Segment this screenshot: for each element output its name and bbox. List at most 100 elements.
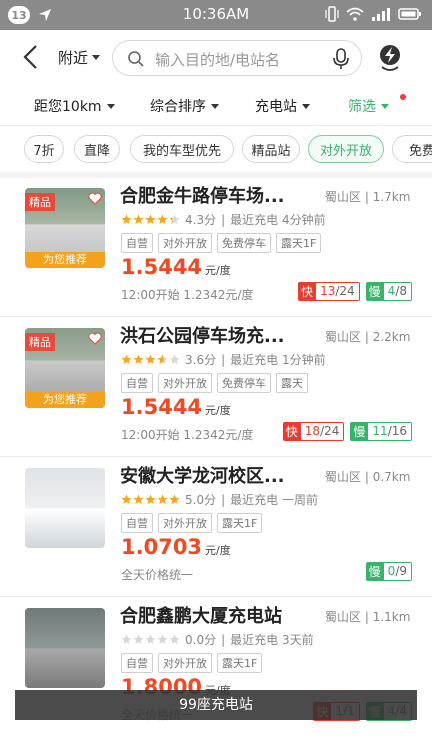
price-value: 1.0703 bbox=[121, 535, 203, 559]
station-label: 免费停车 bbox=[217, 233, 271, 253]
station-name: 合肥金牛路停车场... bbox=[120, 186, 285, 207]
filter-screen-label: 筛选 bbox=[348, 99, 376, 115]
star-icon bbox=[145, 354, 156, 364]
rating-stars bbox=[121, 494, 180, 505]
search-icon bbox=[128, 51, 144, 67]
station-label: 露天1F bbox=[217, 653, 263, 673]
district: 蜀山区 bbox=[325, 190, 362, 204]
star-icon bbox=[121, 634, 132, 644]
back-button[interactable] bbox=[20, 42, 44, 72]
station-label: 对外开放 bbox=[158, 233, 212, 253]
station-photo bbox=[25, 608, 105, 688]
star-icon bbox=[145, 494, 156, 504]
recommend-banner: 为您推荐 bbox=[25, 392, 105, 408]
tag-open-public[interactable]: 对外开放 bbox=[308, 135, 384, 163]
rating-score: 4.3分 bbox=[185, 213, 217, 227]
star-icon bbox=[169, 354, 180, 364]
station-label: 露天1F bbox=[276, 233, 322, 253]
top-bar: 附近 输入目的地/电站名 bbox=[0, 30, 432, 84]
search-placeholder: 输入目的地/电站名 bbox=[155, 51, 281, 69]
list-separator bbox=[0, 456, 432, 457]
station-label: 露天 bbox=[276, 373, 308, 393]
caret-down-icon bbox=[211, 103, 219, 109]
station-photo: 精品 为您推荐 bbox=[25, 188, 105, 268]
city-selector[interactable]: 附近 bbox=[58, 47, 101, 68]
station-labels: 自营 对外开放 免费停车 露天 bbox=[121, 373, 308, 393]
filter-distance[interactable]: 距您10km bbox=[34, 96, 115, 116]
station-location: 蜀山区 | 1.7km bbox=[325, 190, 411, 204]
search-input[interactable]: 输入目的地/电站名 bbox=[112, 40, 362, 76]
station-label: 自营 bbox=[121, 233, 153, 253]
price: 1.5444 元/度 bbox=[121, 395, 231, 419]
last-charge: 最近充电 3天前 bbox=[230, 633, 314, 647]
filter-station-type[interactable]: 充电站 bbox=[255, 96, 310, 116]
fast-charger-count: 快 18/24 bbox=[282, 422, 345, 441]
filter-screen[interactable]: 筛选 bbox=[348, 96, 389, 116]
signal-icon bbox=[372, 8, 390, 21]
star-icon bbox=[121, 214, 132, 224]
heart-icon[interactable] bbox=[88, 192, 102, 205]
station-label: 对外开放 bbox=[158, 373, 212, 393]
station-photo bbox=[25, 468, 105, 548]
star-icon bbox=[169, 494, 180, 504]
tag-free[interactable]: 免费 bbox=[392, 135, 432, 163]
station-label: 免费停车 bbox=[217, 373, 271, 393]
rating-score: 5.0分 bbox=[185, 493, 217, 507]
station-labels: 自营 对外开放 免费停车 露天1F bbox=[121, 233, 322, 253]
station-count-bar: 99座充电站 bbox=[15, 690, 417, 720]
price: 1.0703 元/度 bbox=[121, 535, 231, 559]
station-labels: 自营 对外开放 露天1F bbox=[121, 653, 263, 673]
quick-tags: 7折 直降 我的车型优先 精品站 对外开放 免费 bbox=[0, 126, 432, 172]
rating-line: 5.0分 | 最近充电 一周前 bbox=[121, 491, 318, 508]
charger-availability: 快 13/24 慢 4/8 bbox=[298, 282, 412, 301]
filter-bar: 距您10km 综合排序 充电站 筛选 bbox=[0, 84, 432, 126]
battery-icon bbox=[398, 8, 421, 20]
last-charge: 最近充电 4分钟前 bbox=[230, 213, 326, 227]
star-icon bbox=[157, 354, 168, 364]
station-location: 蜀山区 | 1.1km bbox=[325, 610, 411, 624]
station-label: 自营 bbox=[121, 513, 153, 533]
station-card[interactable]: 精品 为您推荐 合肥金牛路停车场... 蜀山区 | 1.7km 4.3分 | 最近充电 4分… bbox=[0, 178, 432, 318]
district: 蜀山区 bbox=[325, 330, 362, 344]
status-bar: 13 10:36AM bbox=[0, 0, 432, 30]
star-icon bbox=[157, 214, 168, 224]
filter-sort[interactable]: 综合排序 bbox=[150, 96, 219, 116]
distance: 1.7km bbox=[372, 190, 411, 204]
distance: 0.7km bbox=[372, 470, 411, 484]
slow-charger-count: 慢 11/16 bbox=[350, 422, 412, 441]
station-card[interactable]: 安徽大学龙河校区... 蜀山区 | 0.7km 5.0分 | 最近充电 一周前 自营 对外开… bbox=[0, 458, 432, 598]
star-icon bbox=[133, 354, 144, 364]
price-unit: 元/度 bbox=[205, 544, 231, 557]
district: 蜀山区 bbox=[325, 610, 362, 624]
rating-score: 3.6分 bbox=[185, 353, 217, 367]
filter-station-type-label: 充电站 bbox=[255, 99, 297, 115]
star-icon bbox=[169, 634, 180, 644]
star-icon bbox=[145, 214, 156, 224]
slow-charger-count: 慢 0/9 bbox=[365, 562, 412, 581]
rating-stars bbox=[121, 214, 180, 225]
star-icon bbox=[145, 634, 156, 644]
heart-icon[interactable] bbox=[88, 332, 102, 345]
premium-badge: 精品 bbox=[25, 193, 55, 211]
premium-badge: 精品 bbox=[25, 333, 55, 351]
tag-my-car-first[interactable]: 我的车型优先 bbox=[130, 135, 234, 163]
price-value: 1.5444 bbox=[121, 395, 203, 419]
station-card[interactable]: 精品 为您推荐 洪石公园停车场充... 蜀山区 | 2.2km 3.6分 | 最近充电 1分… bbox=[0, 318, 432, 458]
tag-price-drop[interactable]: 直降 bbox=[74, 135, 120, 163]
price-note: 全天价格统一 bbox=[121, 568, 194, 582]
tag-premium[interactable]: 精品站 bbox=[242, 135, 300, 163]
filter-sort-label: 综合排序 bbox=[150, 99, 206, 115]
charging-location-button[interactable] bbox=[376, 43, 404, 77]
station-label: 露天1F bbox=[217, 513, 263, 533]
tag-discount[interactable]: 7折 bbox=[24, 135, 64, 163]
station-labels: 自营 对外开放 露天1F bbox=[121, 513, 263, 533]
star-icon bbox=[157, 494, 168, 504]
star-icon bbox=[133, 634, 144, 644]
district: 蜀山区 bbox=[325, 470, 362, 484]
filter-notification-dot bbox=[400, 94, 406, 100]
station-location: 蜀山区 | 0.7km bbox=[325, 470, 411, 484]
microphone-icon[interactable] bbox=[333, 48, 349, 70]
distance: 2.2km bbox=[372, 330, 411, 344]
fast-charger-count: 快 13/24 bbox=[298, 282, 360, 301]
price-value: 1.5444 bbox=[121, 255, 203, 279]
